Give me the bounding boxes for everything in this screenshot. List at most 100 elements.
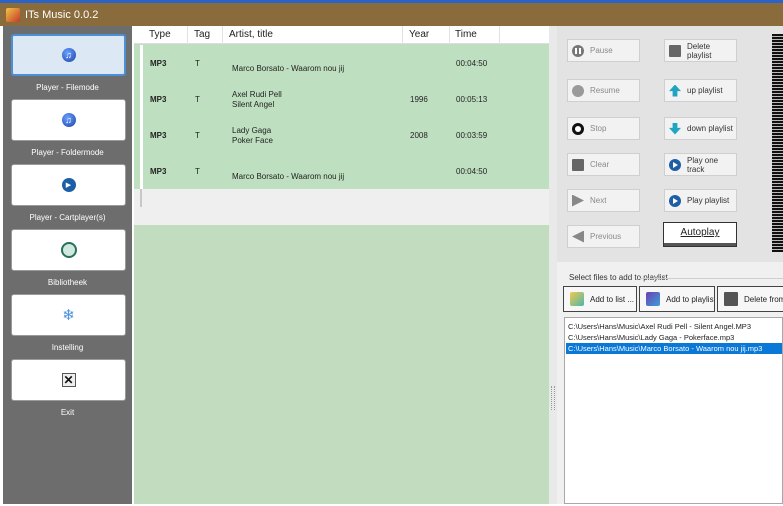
pause-label: Pause (590, 46, 613, 55)
up-playlist-button[interactable]: up playlist (664, 79, 737, 102)
previous-label: Previous (590, 232, 622, 241)
next-button[interactable]: Next (567, 189, 640, 212)
table-row[interactable]: MP3 T Lady Gaga Poker Face 2008 00:03:59 (134, 117, 549, 153)
cell-tag: T (195, 167, 200, 176)
pause-button[interactable]: Pause (567, 39, 640, 62)
column-header-tag[interactable]: Tag (194, 29, 210, 40)
sidebar-item-exit[interactable]: ✕ (11, 359, 126, 401)
sidebar-item-player-foldermode[interactable]: ♫ (11, 99, 126, 141)
cell-title: Poker Face (232, 136, 273, 145)
panel-splitter[interactable] (549, 26, 557, 504)
splitter-grip-icon[interactable] (551, 386, 555, 410)
add-playlist-icon (646, 292, 660, 306)
cell-tag: T (195, 131, 200, 140)
globe-icon (60, 242, 77, 258)
play-icon: ▶ (61, 178, 76, 192)
trash-icon (669, 44, 681, 57)
sidebar-label-bibliotheek: Bibliotheek (47, 278, 88, 287)
cell-year: 2008 (410, 131, 428, 140)
sidebar-label-player-foldermode: Player - Foldermode (31, 148, 104, 157)
cell-time: 00:05:13 (456, 95, 488, 104)
column-header-time[interactable]: Time (455, 29, 477, 40)
cell-type: MP3 (150, 167, 167, 176)
delete-playlist-button[interactable]: Delete playlist (664, 39, 737, 62)
cell-title: Marco Borsato - Waarom nou jij (232, 172, 345, 181)
cell-type: MP3 (150, 59, 167, 68)
table-row[interactable]: MP3 T Marco Borsato - Waarom nou jij 00:… (134, 45, 549, 81)
column-header-type[interactable]: Type (149, 29, 171, 40)
clear-label: Clear (590, 160, 610, 169)
trash-icon (724, 292, 738, 306)
cell-year: 1996 (410, 95, 428, 104)
resume-label: Resume (590, 86, 620, 95)
sidebar-item-cartplayer[interactable]: ▶ (11, 164, 126, 206)
play-one-track-label: Play one track (687, 155, 719, 174)
play-one-track-button[interactable]: Play one track (664, 153, 737, 176)
sidebar-label-exit: Exit (60, 408, 75, 417)
cell-type: MP3 (150, 95, 167, 104)
list-item[interactable]: C:\Users\Hans\Music\Axel Rudi Pell - Sil… (566, 321, 782, 332)
group-divider (640, 278, 783, 279)
list-item-selected[interactable]: C:\Users\Hans\Music\Marco Borsato - Waar… (566, 343, 782, 354)
column-header-artist-title[interactable]: Artist, title (229, 29, 273, 40)
play-playlist-button[interactable]: Play playlist (664, 189, 737, 212)
sidebar-item-bibliotheek[interactable] (11, 229, 126, 271)
cell-title: Marco Borsato - Waarom nou jij (232, 64, 345, 73)
previous-button[interactable]: Previous (567, 225, 640, 248)
trash-icon (572, 158, 584, 171)
next-label: Next (590, 196, 607, 205)
playlist-grid[interactable]: Type Tag Artist, title Year Time MP3 T M… (134, 26, 549, 504)
cell-tag: T (195, 95, 200, 104)
add-to-list-label: Add to list ... (590, 294, 635, 304)
cell-type: MP3 (150, 131, 167, 140)
playlist-rows: MP3 T Marco Borsato - Waarom nou jij 00:… (134, 45, 549, 189)
stop-label: Stop (590, 124, 607, 133)
gear-icon: ❄ (62, 307, 75, 324)
list-item[interactable]: C:\Users\Hans\Music\Lady Gaga - Pokerfac… (566, 332, 782, 343)
column-header-year[interactable]: Year (409, 29, 429, 40)
music-note-icon: ♫ (61, 113, 76, 127)
sidebar: ♫ Player - Filemode ♫ Player - Foldermod… (3, 26, 132, 504)
add-files-panel: Select files to add to playlist Add to l… (557, 262, 783, 504)
app-icon (6, 8, 20, 22)
resume-button[interactable]: Resume (567, 79, 640, 102)
arrow-down-icon (669, 122, 681, 135)
down-playlist-label: down playlist (687, 124, 733, 133)
cell-artist: Lady Gaga (232, 126, 272, 135)
previous-icon (572, 230, 584, 243)
folder-icon (570, 292, 584, 306)
next-icon (572, 194, 584, 207)
music-note-icon: ♫ (61, 48, 76, 62)
window-title: ITs Music 0.0.2 (25, 9, 99, 21)
add-to-list-button[interactable]: Add to list ... (563, 286, 637, 312)
sidebar-item-instelling[interactable]: ❄ (11, 294, 126, 336)
cell-time: 00:04:50 (456, 59, 488, 68)
add-to-playlist-button[interactable]: Add to playlist (639, 286, 715, 312)
cell-time: 00:03:59 (456, 131, 488, 140)
volume-meter (772, 34, 783, 252)
sidebar-item-player-filemode[interactable]: ♫ (11, 34, 126, 76)
stop-icon (572, 122, 584, 135)
delete-from-list-button[interactable]: Delete from l (717, 286, 783, 312)
cell-tag: T (195, 59, 200, 68)
sidebar-label-instelling: Instelling (51, 343, 84, 352)
file-list[interactable]: C:\Users\Hans\Music\Axel Rudi Pell - Sil… (564, 317, 783, 504)
autoplay-button[interactable]: Autoplay (663, 222, 737, 247)
pause-icon (572, 44, 584, 57)
sidebar-label-cartplayer: Player - Cartplayer(s) (29, 213, 106, 222)
clear-button[interactable]: Clear (567, 153, 640, 176)
title-bar: ITs Music 0.0.2 (0, 0, 783, 26)
arrow-up-icon (669, 84, 681, 97)
down-playlist-button[interactable]: down playlist (664, 117, 737, 140)
player-controls-panel: Pause Resume Stop Clear Next Previous De… (557, 26, 783, 262)
cell-title: Silent Angel (232, 100, 275, 109)
delete-playlist-label: Delete playlist (687, 41, 712, 60)
play-playlist-label: Play playlist (687, 196, 730, 205)
playlist-new-row[interactable] (134, 189, 549, 225)
stop-button[interactable]: Stop (567, 117, 640, 140)
table-row[interactable]: MP3 T Marco Borsato - Waarom nou jij 00:… (134, 153, 549, 189)
table-row[interactable]: MP3 T Axel Rudi Pell Silent Angel 1996 0… (134, 81, 549, 117)
resume-icon (572, 84, 584, 97)
sidebar-label-player-filemode: Player - Filemode (36, 83, 99, 92)
delete-from-list-label: Delete from l (744, 294, 783, 304)
